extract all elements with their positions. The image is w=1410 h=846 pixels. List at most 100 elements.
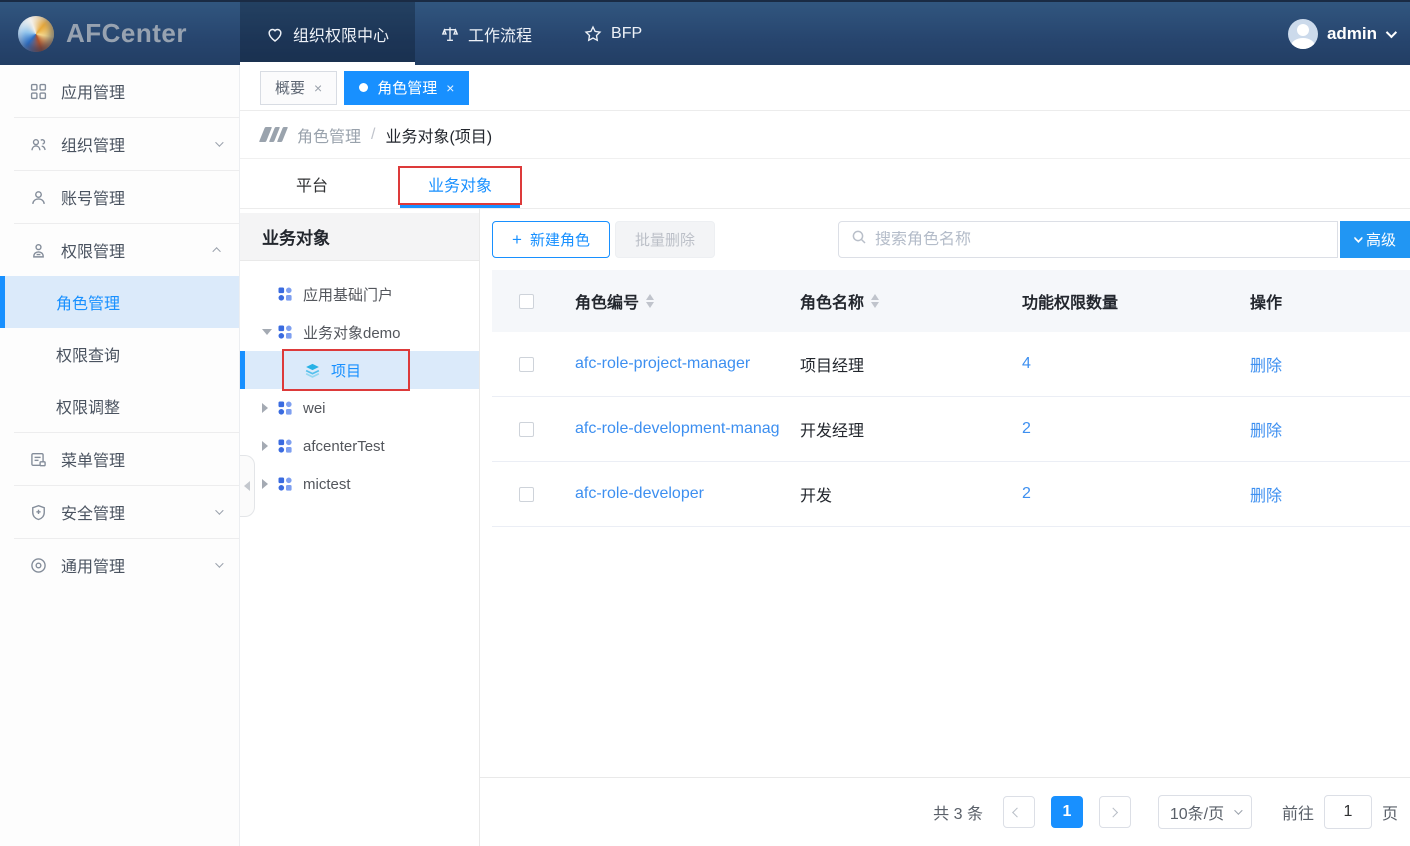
role-id-link[interactable]: afc-role-project-manager (560, 355, 785, 373)
nav-item-label: BFP (611, 25, 642, 43)
sidebar-item-label: 账号管理 (61, 185, 125, 209)
nav-item-workflow[interactable]: 工作流程 (415, 2, 558, 65)
top-header: AFCenter 组织权限中心 工作流程 (0, 0, 1410, 65)
advanced-button[interactable]: 高级 (1340, 221, 1410, 258)
table-row: afc-role-development-manag 开发经理 2 删除 (492, 397, 1410, 462)
new-role-button[interactable]: + 新建角色 (492, 221, 610, 258)
star-icon (584, 25, 602, 43)
page-size-select[interactable]: 10条/页 (1158, 795, 1252, 829)
expander-right-icon[interactable] (262, 441, 277, 451)
username: admin (1327, 24, 1377, 44)
close-icon[interactable]: × (314, 80, 322, 96)
layers-icon (304, 362, 321, 379)
tab-overview[interactable]: 概要 × (260, 71, 337, 105)
circle-dot-icon (30, 557, 48, 574)
tree-node-afcentertest[interactable]: afcenterTest (240, 427, 479, 465)
balance-icon (441, 25, 459, 43)
search-input[interactable] (875, 231, 1325, 249)
sidebar-item-app-management[interactable]: 应用管理 (0, 65, 239, 117)
advanced-label: 高级 (1366, 229, 1396, 250)
tab-business-object[interactable]: 业务对象 (400, 159, 520, 208)
tree-node-project[interactable]: 项目 (240, 351, 479, 389)
sidebar-subitem-label: 权限调整 (56, 394, 120, 418)
expander-down-icon[interactable] (262, 329, 277, 335)
brand: AFCenter (0, 2, 240, 65)
tab-label: 概要 (275, 77, 305, 98)
page-size-value: 10条/页 (1170, 800, 1224, 824)
toolbar: + 新建角色 批量删除 (492, 221, 1410, 258)
search-box (838, 221, 1338, 258)
avatar (1288, 19, 1318, 49)
role-id-link[interactable]: afc-role-development-manag (560, 420, 785, 438)
sort-icon[interactable] (646, 294, 654, 308)
tree-node-wei[interactable]: wei (240, 389, 479, 427)
sidebar-item-permission-management[interactable]: 权限管理 (0, 224, 239, 276)
chevron-down-icon (215, 559, 223, 567)
account-user-icon (30, 189, 48, 206)
sidebar-item-permission-adjust[interactable]: 权限调整 (0, 380, 239, 432)
select-all-checkbox[interactable] (519, 294, 534, 309)
role-name: 开发经理 (785, 417, 1007, 441)
delete-link[interactable]: 删除 (1235, 352, 1410, 376)
chevron-down-icon (1234, 806, 1242, 814)
close-icon[interactable]: × (446, 80, 454, 96)
table-row: afc-role-project-manager 项目经理 4 删除 (492, 332, 1410, 397)
sidebar-item-label: 菜单管理 (61, 447, 125, 471)
batch-delete-button[interactable]: 批量删除 (615, 221, 715, 258)
col-role-id: 角色编号 (575, 289, 639, 313)
tree-node-app-base-portal[interactable]: 应用基础门户 (240, 275, 479, 313)
sidebar-item-permission-query[interactable]: 权限查询 (0, 328, 239, 380)
search-icon (851, 229, 867, 250)
nav-item-org-permission-center[interactable]: 组织权限中心 (240, 2, 415, 65)
sidebar-item-general-management[interactable]: 通用管理 (0, 539, 239, 591)
delete-link[interactable]: 删除 (1235, 482, 1410, 506)
goto-page-input[interactable] (1324, 795, 1372, 829)
role-table: 角色编号 角色名称 功能权限数量 操作 a (492, 270, 1410, 527)
total-count: 共 3 条 (933, 800, 983, 824)
plus-icon: + (512, 230, 522, 250)
row-checkbox[interactable] (519, 357, 534, 372)
goto-label: 前往 (1282, 800, 1314, 824)
sidebar-item-menu-management[interactable]: 菜单管理 (0, 433, 239, 485)
sidebar-collapse-handle[interactable] (240, 455, 255, 517)
view-tab-label: 平台 (296, 172, 328, 196)
nav-item-bfp[interactable]: BFP (558, 2, 668, 65)
sort-icon[interactable] (871, 294, 879, 308)
collapse-arrow-icon (244, 481, 250, 491)
tab-platform[interactable]: 平台 (262, 159, 362, 208)
permission-count-link[interactable]: 2 (1007, 485, 1235, 503)
expander-right-icon[interactable] (262, 479, 277, 489)
business-object-panel: 业务对象 应 (240, 209, 480, 846)
tree-node-label: afcenterTest (303, 438, 385, 455)
current-page[interactable]: 1 (1051, 796, 1083, 828)
delete-link[interactable]: 删除 (1235, 417, 1410, 441)
sidebar-item-label: 权限管理 (61, 238, 125, 262)
sidebar-item-label: 组织管理 (61, 132, 125, 156)
sidebar-item-security-management[interactable]: 安全管理 (0, 486, 239, 538)
breadcrumb-root[interactable]: 角色管理 (297, 123, 361, 147)
user-menu[interactable]: admin (1288, 2, 1410, 65)
sidebar-item-role-management[interactable]: 角色管理 (0, 276, 239, 328)
next-page-button[interactable] (1099, 796, 1131, 828)
prev-page-button[interactable] (1003, 796, 1035, 828)
sidebar-item-label: 通用管理 (61, 553, 125, 577)
sidebar-item-org-management[interactable]: 组织管理 (0, 118, 239, 170)
tree-node-label: 业务对象demo (303, 322, 401, 343)
tree-node-mictest[interactable]: mictest (240, 465, 479, 503)
tree-node-business-object-demo[interactable]: 业务对象demo (240, 313, 479, 351)
sidebar-item-account-management[interactable]: 账号管理 (0, 171, 239, 223)
table-row: afc-role-developer 开发 2 删除 (492, 462, 1410, 527)
row-checkbox[interactable] (519, 422, 534, 437)
app-node-icon (277, 476, 293, 492)
role-name: 开发 (785, 482, 1007, 506)
row-checkbox[interactable] (519, 487, 534, 502)
permission-count-link[interactable]: 2 (1007, 420, 1235, 438)
breadcrumb-separator: / (371, 126, 375, 144)
role-id-link[interactable]: afc-role-developer (560, 485, 785, 503)
expander-right-icon[interactable] (262, 403, 277, 413)
permission-count-link[interactable]: 4 (1007, 355, 1235, 373)
sidebar: 应用管理 组织管理 账号 (0, 65, 240, 846)
breadcrumb-icon (262, 127, 285, 142)
tree-node-label: 项目 (331, 360, 361, 381)
tab-role-management[interactable]: 角色管理 × (344, 71, 469, 105)
